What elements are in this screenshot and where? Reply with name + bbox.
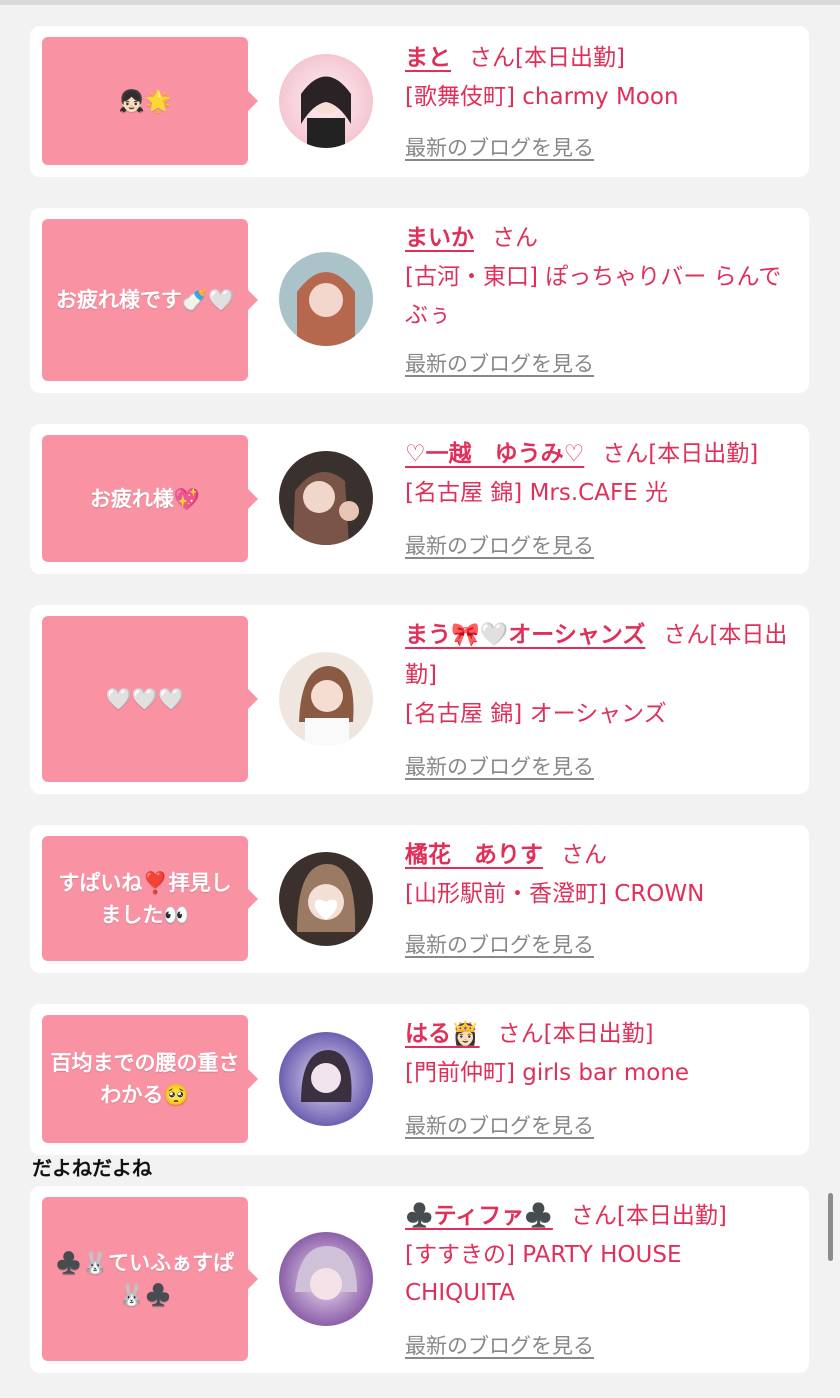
avatar-image [279,54,373,148]
shop-name: [山形駅前・香澄町] CROWN [405,881,705,907]
blog-card: 🤍🤍🤍 まう🎀🤍オーシャンズ さん[本日出勤] [名古屋 錦] オーシャンズ 最新… [30,605,809,794]
cast-info: まと さん[本日出勤] [歌舞伎町] charmy Moon [405,38,795,116]
cast-name-link[interactable]: はる👸🏻 [405,1021,480,1047]
comment-bubble: 👧🏻🌟 [42,37,258,165]
cast-info: ♣️ティファ♣️ さん[本日出勤] [すすきの] PARTY HOUSE CHIQ… [405,1196,795,1312]
shop-name: [古河・東口] ぽっちゃりバー らんでぶぅ [405,264,782,328]
blog-card: 百均までの腰の重さわかる🥺 はる👸🏻 さん[本日出勤] [門前仲町] girls … [30,1004,809,1155]
avatar-image [279,1232,373,1326]
avatar[interactable] [279,451,373,545]
shop-name: [名古屋 錦] Mrs.CAFE 光 [405,480,669,506]
latest-blog-link[interactable]: 最新のブログを見る [405,348,594,378]
blog-card: お疲れ様💖 ♡一越 ゆうみ♡ さん[本日出勤] [名古屋 錦] Mrs.CAFE … [30,424,809,574]
cast-info: はる👸🏻 さん[本日出勤] [門前仲町] girls bar mone [405,1014,795,1092]
shop-name: [名古屋 錦] オーシャンズ [405,701,667,727]
cast-info: まう🎀🤍オーシャンズ さん[本日出勤] [名古屋 錦] オーシャンズ [405,615,795,733]
latest-blog-link[interactable]: 最新のブログを見る [405,1330,594,1360]
shop-name: [歌舞伎町] charmy Moon [405,84,679,110]
avatar[interactable] [279,1032,373,1126]
blog-card: お疲れ様です🍼🤍 まいか さん [古河・東口] ぽっちゃりバー らんでぶぅ 最新の… [30,208,809,393]
avatar-image [279,852,373,946]
cast-info: ♡一越 ゆうみ♡ さん[本日出勤] [名古屋 錦] Mrs.CAFE 光 [405,434,795,512]
avatar-image [279,252,373,346]
avatar-image [279,652,373,746]
shop-name: [すすきの] PARTY HOUSE CHIQUITA [405,1242,682,1306]
comment-bubble: すぱいね❣️拝見しました👀 [42,836,258,961]
cast-name-link[interactable]: まと [405,45,451,71]
avatar-image [279,1032,373,1126]
comment-text: だよねだよね [32,1156,152,1180]
shop-name: [門前仲町] girls bar mone [405,1060,690,1086]
comment-bubble: ♣️🐰ていふぁすぱ🐰♣️ [42,1197,258,1361]
comment-bubble: お疲れ様💖 [42,435,258,562]
latest-blog-link[interactable]: 最新のブログを見る [405,929,594,959]
cast-name-link[interactable]: まう🎀🤍オーシャンズ [405,622,645,648]
blog-card: 👧🏻🌟 まと さん[本日出勤] [歌舞伎町] charmy Moon 最新のブログ… [30,26,809,177]
scrollbar[interactable] [828,1193,833,1261]
latest-blog-link[interactable]: 最新のブログを見る [405,1110,594,1140]
cast-info: まいか さん [古河・東口] ぽっちゃりバー らんでぶぅ [405,218,795,334]
latest-blog-link[interactable]: 最新のブログを見る [405,530,594,560]
cast-suffix: さん[本日出勤] [602,441,759,467]
cast-suffix: さん [561,842,607,868]
blog-card: すぱいね❣️拝見しました👀 橘花 ありす さん [山形駅前・香澄町] CROWN … [30,825,809,973]
cast-name-link[interactable]: 橘花 ありす [405,842,543,868]
avatar[interactable] [279,652,373,746]
latest-blog-link[interactable]: 最新のブログを見る [405,132,594,162]
avatar[interactable] [279,1232,373,1326]
cast-suffix: さん[本日出勤] [469,45,625,71]
comment-bubble: 百均までの腰の重さわかる🥺 [42,1015,258,1143]
cast-info: 橘花 ありす さん [山形駅前・香澄町] CROWN [405,835,795,913]
avatar[interactable] [279,54,373,148]
top-divider [0,0,840,5]
cast-name-link[interactable]: まいか [405,225,474,251]
avatar[interactable] [279,252,373,346]
comment-bubble: お疲れ様です🍼🤍 [42,219,258,381]
avatar[interactable] [279,852,373,946]
cast-suffix: さん [492,225,538,251]
cast-name-link[interactable]: ♡一越 ゆうみ♡ [405,441,584,467]
latest-blog-link[interactable]: 最新のブログを見る [405,751,594,781]
avatar-image [279,451,373,545]
blog-card: ♣️🐰ていふぁすぱ🐰♣️ ♣️ティファ♣️ さん[本日出勤] [すすきの] PAR… [30,1186,809,1373]
comment-bubble: 🤍🤍🤍 [42,616,258,782]
cast-suffix: さん[本日出勤] [497,1021,654,1047]
cast-suffix: さん[本日出勤] [570,1203,727,1229]
cast-name-link[interactable]: ♣️ティファ♣️ [405,1203,553,1229]
